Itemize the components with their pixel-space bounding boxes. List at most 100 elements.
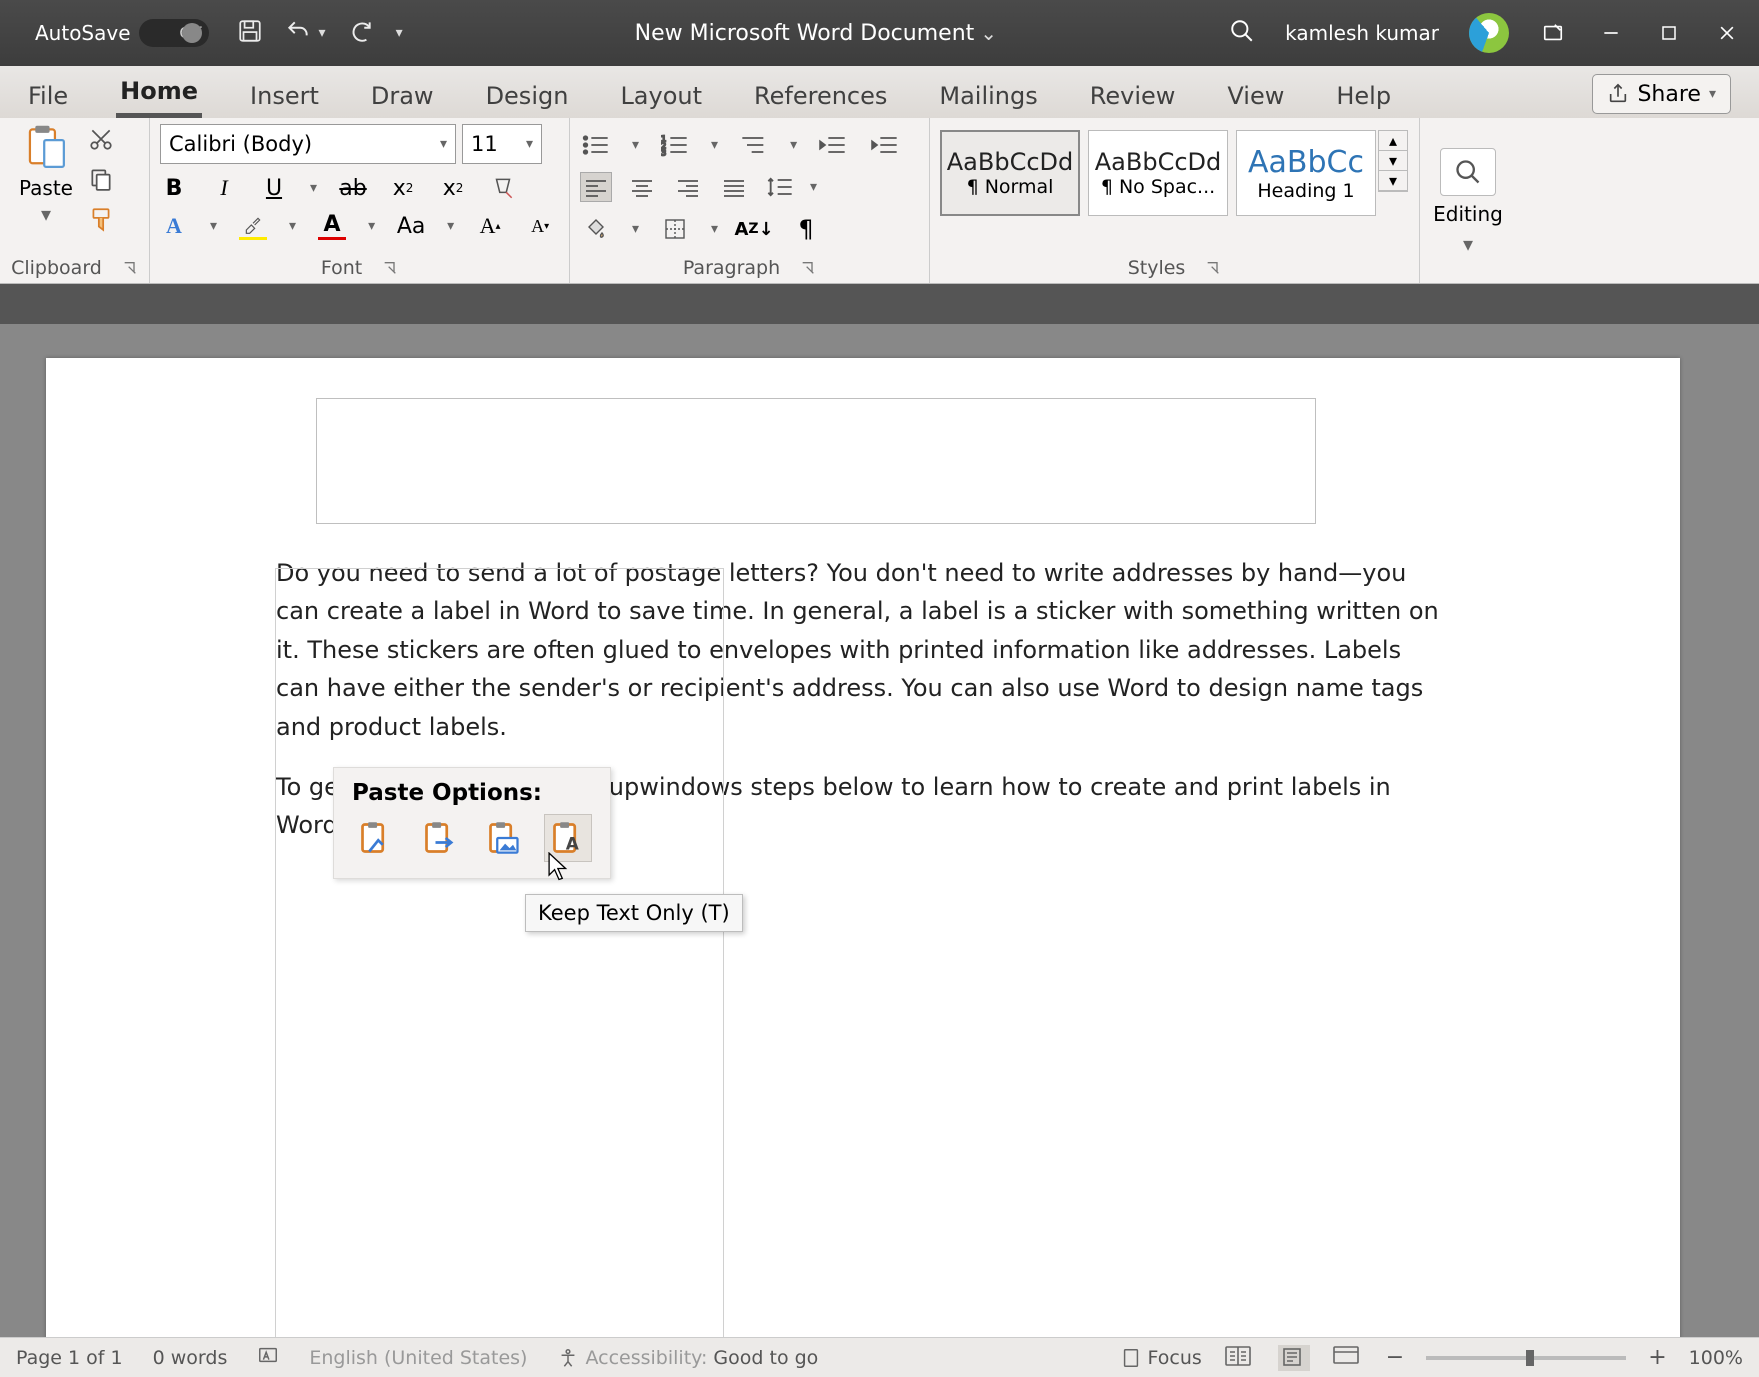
bullets-button[interactable]	[580, 130, 612, 160]
change-case-dropdown[interactable]: ▾	[447, 218, 454, 234]
paste-merge-formatting[interactable]	[416, 814, 464, 862]
tab-draw[interactable]: Draw	[367, 74, 438, 118]
line-spacing-dropdown[interactable]: ▾	[810, 179, 817, 195]
text-effects-dropdown[interactable]: ▾	[210, 218, 217, 234]
zoom-in-button[interactable]: +	[1648, 1345, 1666, 1370]
tab-file[interactable]: File	[24, 74, 72, 118]
autosave-toggle[interactable]: Off	[139, 19, 209, 47]
underline-button[interactable]: U	[260, 174, 288, 202]
read-mode-button[interactable]	[1224, 1345, 1256, 1371]
font-color-button[interactable]: A	[318, 212, 346, 240]
tab-review[interactable]: Review	[1086, 74, 1180, 118]
minimize-button[interactable]	[1597, 19, 1625, 47]
bullets-dropdown[interactable]: ▾	[632, 137, 639, 153]
superscript-button[interactable]: x2	[439, 174, 467, 202]
multilevel-button[interactable]	[738, 130, 770, 160]
tab-layout[interactable]: Layout	[616, 74, 706, 118]
autosave-control[interactable]: AutoSave Off	[35, 19, 209, 47]
tab-insert[interactable]: Insert	[246, 74, 323, 118]
align-right-button[interactable]	[672, 172, 704, 202]
tab-references[interactable]: References	[750, 74, 891, 118]
zoom-slider[interactable]	[1426, 1356, 1626, 1360]
bold-button[interactable]: B	[160, 174, 188, 202]
account-name[interactable]: kamlesh kumar	[1285, 21, 1439, 45]
text-box[interactable]	[316, 398, 1316, 524]
styles-dialog-launcher[interactable]	[1205, 260, 1221, 276]
cut-button[interactable]	[88, 126, 114, 156]
styles-scroll-up[interactable]: ▴	[1379, 131, 1407, 151]
paste-button[interactable]: Paste ▾	[10, 124, 82, 226]
style-normal[interactable]: AaBbCcDd ¶ Normal	[940, 130, 1080, 216]
chevron-down-icon[interactable]: ▾	[41, 202, 51, 226]
subscript-button[interactable]: x2	[389, 174, 417, 202]
change-case-button[interactable]: Aa	[397, 212, 425, 240]
status-page[interactable]: Page 1 of 1	[16, 1347, 123, 1369]
paste-keep-source-formatting[interactable]	[352, 814, 400, 862]
font-dialog-launcher[interactable]	[382, 260, 398, 276]
document-title[interactable]: New Microsoft Word Document ⌄	[403, 21, 1230, 46]
zoom-level[interactable]: 100%	[1689, 1347, 1743, 1369]
find-button[interactable]	[1440, 148, 1496, 196]
font-color-dropdown[interactable]: ▾	[368, 218, 375, 234]
editing-dropdown[interactable]: ▾	[1463, 232, 1473, 256]
multilevel-dropdown[interactable]: ▾	[790, 137, 797, 153]
increase-indent-button[interactable]	[869, 130, 901, 160]
copy-button[interactable]	[88, 166, 114, 196]
highlight-dropdown[interactable]: ▾	[289, 218, 296, 234]
paste-picture[interactable]	[480, 814, 528, 862]
styles-scroll[interactable]: ▴ ▾ ▾	[1378, 130, 1408, 192]
style-no-spacing[interactable]: AaBbCcDd ¶ No Spac...	[1088, 130, 1228, 216]
ribbon-display-options[interactable]	[1539, 19, 1567, 47]
shading-button[interactable]	[580, 214, 612, 244]
borders-dropdown[interactable]: ▾	[711, 221, 718, 237]
numbering-dropdown[interactable]: ▾	[711, 137, 718, 153]
font-name-selector[interactable]: Calibri (Body)▾	[160, 124, 456, 164]
align-left-button[interactable]	[580, 172, 612, 202]
undo-dropdown[interactable]: ▾	[319, 25, 326, 41]
tab-design[interactable]: Design	[482, 74, 573, 118]
justify-button[interactable]	[718, 172, 750, 202]
tab-view[interactable]: View	[1223, 74, 1288, 118]
styles-expand[interactable]: ▾	[1379, 171, 1407, 191]
italic-button[interactable]: I	[210, 174, 238, 202]
save-icon[interactable]	[237, 18, 263, 48]
line-spacing-button[interactable]	[764, 172, 796, 202]
focus-mode-button[interactable]: Focus	[1120, 1347, 1202, 1369]
borders-button[interactable]	[659, 214, 691, 244]
share-button[interactable]: Share ▾	[1592, 74, 1731, 114]
search-icon[interactable]	[1229, 18, 1255, 48]
account-avatar[interactable]	[1469, 13, 1509, 53]
status-words[interactable]: 0 words	[153, 1347, 228, 1369]
align-center-button[interactable]	[626, 172, 658, 202]
status-language[interactable]: English (United States)	[309, 1347, 527, 1369]
decrease-indent-button[interactable]	[817, 130, 849, 160]
font-size-selector[interactable]: 11▾	[462, 124, 542, 164]
maximize-button[interactable]	[1655, 19, 1683, 47]
numbering-button[interactable]: 123	[659, 130, 691, 160]
qat-customize[interactable]: ▾	[396, 25, 403, 41]
clipboard-dialog-launcher[interactable]	[122, 260, 138, 276]
increase-font-button[interactable]: A▴	[476, 212, 504, 240]
decrease-font-button[interactable]: A▾	[526, 212, 554, 240]
style-heading-1[interactable]: AaBbCc Heading 1	[1236, 130, 1376, 216]
close-button[interactable]	[1713, 19, 1741, 47]
zoom-out-button[interactable]: −	[1386, 1345, 1404, 1370]
paragraph-dialog-launcher[interactable]	[800, 260, 816, 276]
show-marks-button[interactable]: ¶	[790, 214, 822, 244]
clear-formatting-button[interactable]	[489, 174, 517, 202]
text-effects-button[interactable]: A	[160, 212, 188, 240]
print-layout-button[interactable]	[1278, 1345, 1310, 1371]
styles-scroll-down[interactable]: ▾	[1379, 151, 1407, 171]
strikethrough-button[interactable]: ab	[339, 174, 367, 202]
underline-dropdown[interactable]: ▾	[310, 180, 317, 196]
tab-help[interactable]: Help	[1332, 74, 1395, 118]
status-proofing-icon[interactable]	[257, 1344, 279, 1371]
shading-dropdown[interactable]: ▾	[632, 221, 639, 237]
format-painter-button[interactable]	[88, 206, 114, 236]
highlight-button[interactable]	[239, 212, 267, 240]
tab-mailings[interactable]: Mailings	[935, 74, 1041, 118]
undo-button[interactable]	[285, 18, 311, 48]
tab-home[interactable]: Home	[116, 69, 202, 118]
web-layout-button[interactable]	[1332, 1345, 1364, 1371]
status-accessibility[interactable]: Accessibility: Good to go	[557, 1347, 818, 1369]
